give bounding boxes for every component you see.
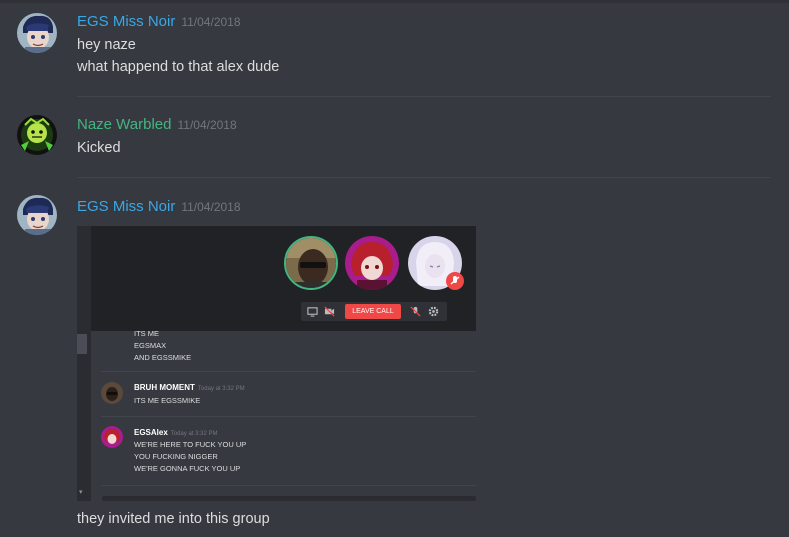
voice-call-panel: LEAVE CALL bbox=[91, 226, 476, 331]
leave-call-button[interactable]: LEAVE CALL bbox=[345, 304, 401, 319]
inner-avatar bbox=[101, 382, 123, 404]
message-text: Kicked bbox=[77, 140, 121, 156]
avatar[interactable] bbox=[17, 115, 57, 155]
call-controls: LEAVE CALL bbox=[301, 302, 447, 321]
message-text: what happend to that alex dude bbox=[77, 59, 280, 75]
mic-muted-icon bbox=[446, 272, 464, 290]
inner-message-text: WE'RE HERE TO FUCK YOU UP bbox=[134, 440, 247, 449]
inner-divider bbox=[101, 485, 476, 486]
inner-message-text: AND EGSSMIKE bbox=[134, 353, 192, 362]
inner-author: EGSAlex Today at 3:32 PM bbox=[134, 428, 218, 437]
inner-author-name: EGSAlex bbox=[134, 428, 168, 437]
call-participant-avatar bbox=[284, 236, 338, 290]
call-participant-avatar bbox=[345, 236, 399, 290]
inner-message-text: YOU FUCKING NIGGER bbox=[134, 452, 218, 461]
inner-avatar bbox=[101, 426, 123, 448]
inner-message-text: EGSMAX bbox=[134, 341, 167, 350]
inner-divider bbox=[101, 371, 476, 372]
timestamp: 11/04/2018 bbox=[177, 118, 237, 132]
message-header: EGS Miss Noir 11/04/2018 bbox=[77, 13, 241, 30]
inner-author: BRUH MOMENT Today at 3:32 PM bbox=[134, 383, 245, 392]
message-text: hey naze bbox=[77, 37, 136, 53]
message-header: EGS Miss Noir 11/04/2018 bbox=[77, 198, 241, 215]
scrollbar-thumb bbox=[77, 334, 87, 354]
author-name[interactable]: EGS Miss Noir bbox=[77, 198, 175, 215]
screen-share-icon[interactable] bbox=[307, 306, 318, 317]
timestamp: 11/04/2018 bbox=[181, 200, 241, 214]
inner-timestamp: Today at 3:32 PM bbox=[170, 431, 218, 437]
author-name[interactable]: EGS Miss Noir bbox=[77, 13, 175, 30]
video-off-icon[interactable] bbox=[324, 306, 335, 317]
inner-divider bbox=[101, 416, 476, 417]
message-divider bbox=[77, 177, 771, 178]
author-name[interactable]: Naze Warbled bbox=[77, 116, 171, 133]
timestamp: 11/04/2018 bbox=[181, 15, 241, 29]
scroll-down-arrow-icon: ▾ bbox=[79, 489, 83, 496]
image-attachment[interactable]: ▸ ▾ bbox=[77, 226, 476, 501]
message-header: Naze Warbled 11/04/2018 bbox=[77, 116, 237, 133]
message-text: they invited me into this group bbox=[77, 511, 270, 527]
message-divider bbox=[77, 96, 771, 97]
horizontal-scrollbar[interactable] bbox=[102, 496, 476, 501]
inner-message-text: ITS ME EGSSMIKE bbox=[134, 396, 201, 405]
inner-timestamp: Today at 3:32 PM bbox=[197, 386, 245, 392]
mic-muted-icon[interactable] bbox=[410, 306, 421, 317]
top-border bbox=[0, 0, 789, 3]
inner-author-name: BRUH MOMENT bbox=[134, 383, 195, 392]
inner-message-text: WE'RE GONNA FUCK YOU UP bbox=[134, 464, 241, 473]
avatar[interactable] bbox=[17, 13, 57, 53]
settings-gear-icon[interactable] bbox=[428, 306, 439, 317]
inner-message-text: ITS ME bbox=[134, 329, 160, 338]
scrollbar-track: ▸ ▾ bbox=[77, 226, 91, 501]
avatar[interactable] bbox=[17, 195, 57, 235]
